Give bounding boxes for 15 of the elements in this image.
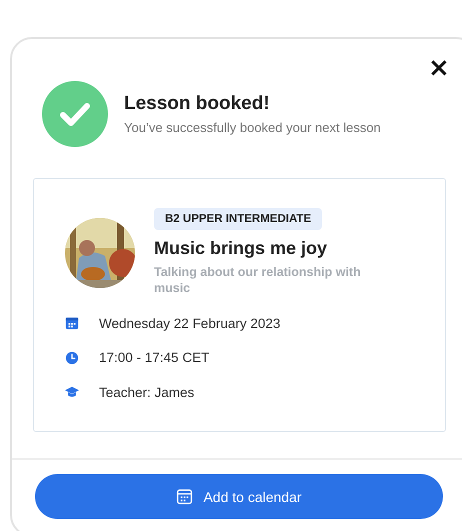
- level-badge: B2 UPPER INTERMEDIATE: [154, 208, 322, 230]
- dialog-subtitle: You’ve successfully booked your next lesson: [124, 120, 381, 135]
- detail-text: Wednesday 22 February 2023: [99, 316, 280, 331]
- lesson-title: Music brings me joy: [154, 238, 328, 259]
- detail-text: 17:00 - 17:45 CET: [99, 350, 210, 366]
- dialog-title: Lesson booked!: [124, 93, 271, 115]
- lesson-description: Talking about our relationship with music: [154, 264, 362, 296]
- detail-text: Teacher: James: [99, 384, 194, 400]
- close-button[interactable]: ×: [428, 55, 450, 81]
- checkmark-icon: [42, 81, 108, 147]
- add-to-calendar-button[interactable]: Add to calendar: [35, 474, 443, 519]
- graduation-cap-icon: [65, 385, 79, 400]
- calendar-icon: [176, 488, 194, 505]
- calendar-icon: [65, 316, 79, 330]
- clock-icon: [65, 350, 79, 365]
